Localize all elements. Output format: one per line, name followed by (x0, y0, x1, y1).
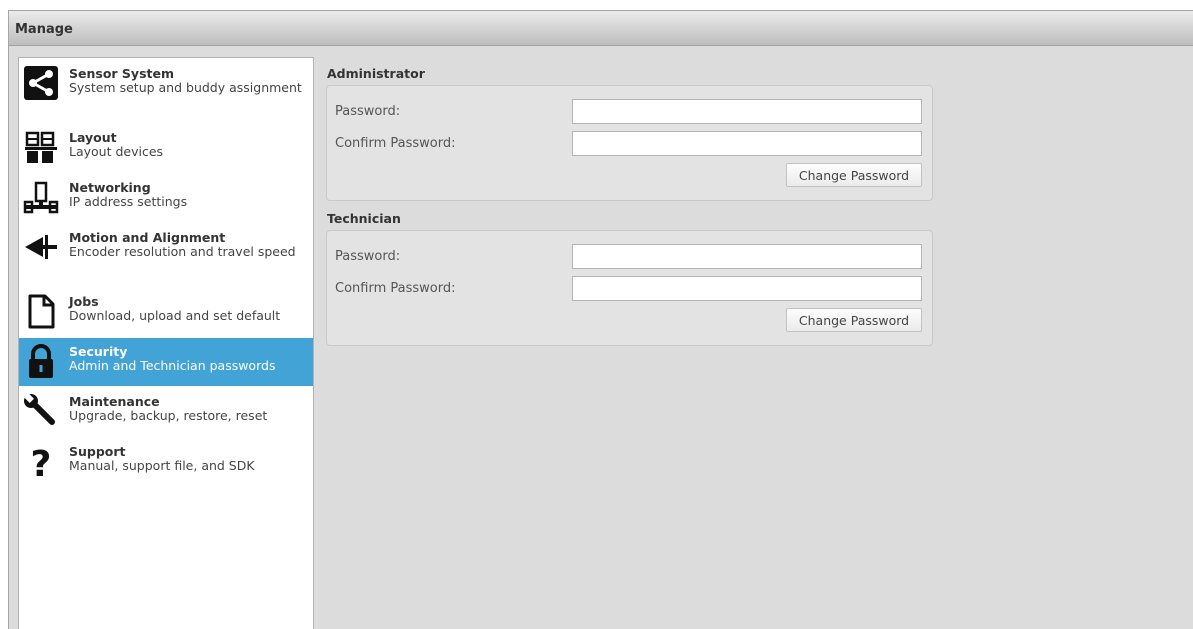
network-icon (23, 179, 59, 215)
sidebar-item-motion-and-alignment[interactable]: Motion and Alignment Encoder resolution … (19, 224, 313, 286)
sidebar-item-sensor-system[interactable]: Sensor System System setup and buddy ass… (19, 60, 313, 122)
sidebar-item-title: Maintenance (69, 394, 160, 409)
sidebar-item-subtitle: Encoder resolution and travel speed (69, 244, 296, 259)
sidebar-item-subtitle: Download, upload and set default (69, 308, 281, 323)
technician-group: Password: Confirm Password: Change Passw… (326, 230, 933, 346)
sidebar-item-networking[interactable]: Networking IP address settings (19, 174, 313, 224)
tech-confirm-password-input[interactable] (572, 276, 922, 301)
lock-icon (23, 343, 59, 379)
manage-sidebar: Sensor System System setup and buddy ass… (18, 57, 314, 629)
manage-window: Manage Sensor System System setup and bu… (8, 10, 1193, 629)
sidebar-item-security[interactable]: Security Admin and Technician passwords (19, 338, 313, 386)
sidebar-item-subtitle: Upgrade, backup, restore, reset (69, 408, 268, 423)
sidebar-item-subtitle: Manual, support file, and SDK (69, 458, 255, 473)
motion-arrow-icon (23, 229, 59, 265)
sidebar-item-title: Security (69, 344, 128, 359)
tech-password-input[interactable] (572, 244, 922, 269)
sidebar-item-subtitle: Layout devices (69, 144, 164, 159)
tech-change-password-button[interactable]: Change Password (786, 308, 922, 332)
share-icon (23, 65, 59, 101)
technician-heading: Technician (327, 211, 401, 226)
admin-password-label: Password: (335, 104, 401, 119)
sidebar-item-title: Support (69, 444, 126, 459)
window-title: Manage (9, 11, 1193, 46)
tech-confirm-password-label: Confirm Password: (335, 281, 456, 296)
layout-icon (23, 129, 59, 165)
sidebar-item-subtitle: Admin and Technician passwords (69, 358, 276, 373)
admin-confirm-password-input[interactable] (572, 131, 922, 156)
admin-password-input[interactable] (572, 99, 922, 124)
sidebar-item-title: Motion and Alignment (69, 230, 226, 245)
sidebar-item-layout[interactable]: Layout Layout devices (19, 124, 313, 174)
sidebar-item-title: Jobs (69, 294, 99, 309)
sidebar-item-maintenance[interactable]: Maintenance Upgrade, backup, restore, re… (19, 388, 313, 438)
document-icon (23, 293, 59, 329)
administrator-heading: Administrator (327, 66, 425, 81)
sidebar-item-title: Layout (69, 130, 117, 145)
administrator-group: Password: Confirm Password: Change Passw… (326, 85, 933, 201)
sidebar-item-subtitle: System setup and buddy assignment (69, 80, 302, 95)
sidebar-item-subtitle: IP address settings (69, 194, 188, 209)
sidebar-item-support[interactable]: ? Support Manual, support file, and SDK (19, 438, 313, 488)
sidebar-item-title: Sensor System (69, 66, 174, 81)
question-icon: ? (23, 443, 59, 479)
sidebar-item-jobs[interactable]: Jobs Download, upload and set default (19, 288, 313, 338)
svg-text:?: ? (31, 444, 52, 479)
wrench-icon (23, 393, 59, 429)
admin-change-password-button[interactable]: Change Password (786, 163, 922, 187)
admin-confirm-password-label: Confirm Password: (335, 136, 456, 151)
tech-password-label: Password: (335, 249, 401, 264)
sidebar-item-title: Networking (69, 180, 151, 195)
